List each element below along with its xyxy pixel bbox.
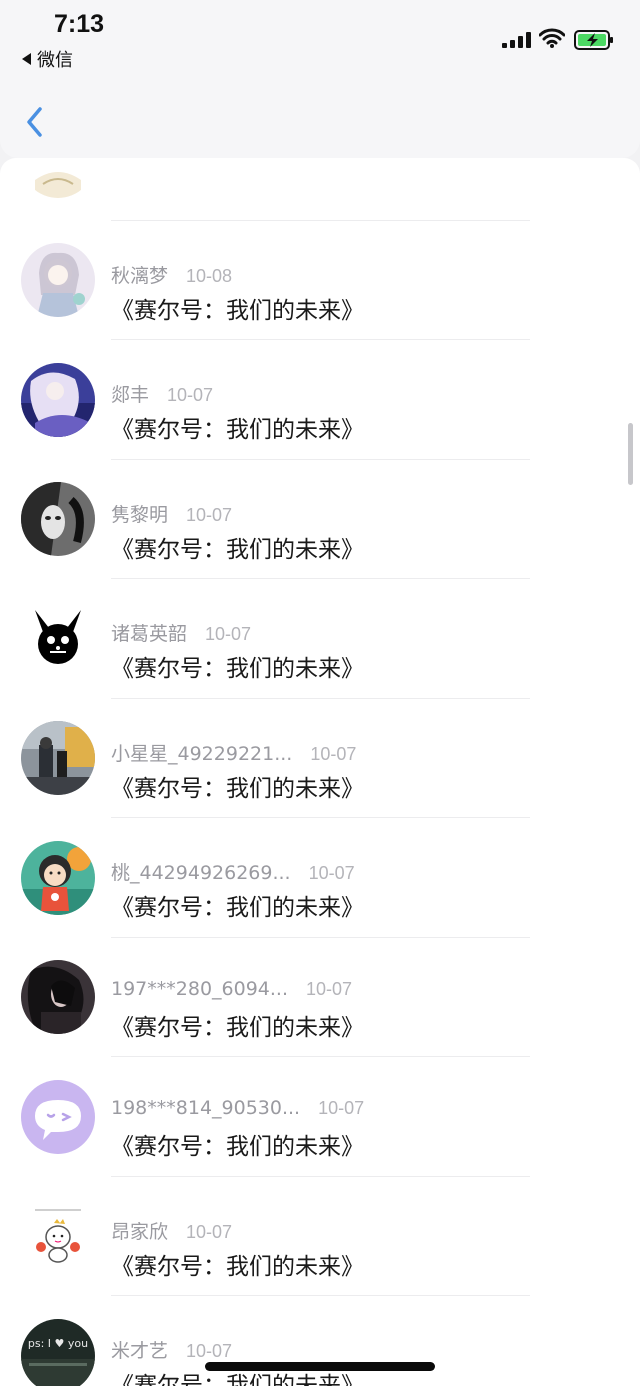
message-text: 《赛尔号：我们的未来》 [111, 895, 364, 921]
avatar [21, 721, 95, 796]
row-meta: 昂家欣 10-07 [111, 1217, 232, 1244]
user-name: 诸葛英韶 [111, 623, 188, 645]
user-name: 小星星_49229221... [111, 742, 293, 765]
post-date: 10-07 [310, 743, 357, 764]
avatar [21, 1199, 95, 1274]
user-name: 米才艺 [111, 1340, 169, 1362]
status-time: 7:13 [54, 10, 105, 38]
avatar [21, 960, 95, 1035]
avatar [21, 243, 95, 318]
user-list: 秋漓梦 10-08 《赛尔号：我们的未来》 郯丰 10-07 《赛尔号：我们的未… [0, 158, 640, 1386]
avatar [21, 840, 95, 915]
back-triangle-icon [22, 53, 31, 65]
row-meta: 198***814_90530... 10-07 [111, 1097, 364, 1119]
message-text: 《赛尔号：我们的未来》 [111, 656, 364, 682]
back-app-label: 微信 [37, 50, 73, 71]
user-name: 隽黎明 [111, 503, 169, 526]
user-name: 197***280_6094... [111, 977, 289, 1000]
list-item[interactable] [0, 158, 640, 221]
post-date: 10-07 [308, 863, 355, 883]
row-meta: 秋漓梦 10-08 [111, 261, 232, 288]
post-date: 10-07 [186, 1341, 233, 1361]
avatar: ps: I ♥ you [21, 1318, 95, 1386]
post-date: 10-07 [186, 504, 233, 525]
message-text: 《赛尔号：我们的未来》 [111, 297, 364, 324]
post-date: 10-07 [205, 624, 252, 644]
wifi-icon [539, 28, 565, 48]
message-text: 《赛尔号：我们的未来》 [111, 775, 364, 802]
user-list-scroll[interactable]: 秋漓梦 10-08 《赛尔号：我们的未来》 郯丰 10-07 《赛尔号：我们的未… [0, 158, 640, 1386]
post-date: 10-07 [167, 385, 214, 405]
avatar [21, 158, 95, 198]
scrollbar[interactable] [628, 423, 633, 485]
list-item[interactable]: 小星星_49229221... 10-07 《赛尔号：我们的未来》 [0, 699, 640, 818]
row-meta: 桃_44294926269... 10-07 [111, 858, 355, 885]
list-item[interactable]: 197***280_6094... 10-07 《赛尔号：我们的未来》 [0, 938, 640, 1057]
avatar [21, 362, 95, 437]
list-item[interactable]: 隽黎明 10-07 《赛尔号：我们的未来》 [0, 460, 640, 579]
user-name: 198***814_90530... [111, 1097, 301, 1119]
message-text: 《赛尔号：我们的未来》 [111, 1014, 364, 1041]
message-text: 《赛尔号：我们的未来》 [111, 1253, 364, 1280]
list-item[interactable]: 198***814_90530... 10-07 《赛尔号：我们的未来》 [0, 1057, 640, 1177]
post-date: 10-07 [306, 978, 353, 999]
battery-charging-icon [574, 30, 613, 50]
message-text: 《赛尔号：我们的未来》 [111, 536, 364, 563]
post-date: 10-08 [186, 265, 233, 286]
user-name: 桃_44294926269... [111, 862, 291, 884]
list-item[interactable]: 昂家欣 10-07 《赛尔号：我们的未来》 [0, 1177, 640, 1296]
nav-bar [0, 80, 640, 158]
message-text: 《赛尔号：我们的未来》 [111, 1134, 364, 1160]
avatar-text: ps: I ♥ you [28, 1337, 88, 1350]
avatar [21, 601, 95, 676]
home-indicator[interactable] [205, 1362, 435, 1371]
user-name: 郯丰 [111, 384, 150, 406]
row-meta: 197***280_6094... 10-07 [111, 978, 352, 1000]
row-meta: 隽黎明 10-07 [111, 500, 232, 527]
back-chevron-icon[interactable] [20, 102, 54, 142]
user-name: 秋漓梦 [111, 264, 169, 287]
status-bar: 7:13 微信 [0, 0, 640, 80]
post-date: 10-07 [186, 1221, 233, 1242]
list-item[interactable]: 桃_44294926269... 10-07 《赛尔号：我们的未来》 [0, 818, 640, 938]
list-item[interactable]: 秋漓梦 10-08 《赛尔号：我们的未来》 [0, 221, 640, 340]
row-meta: 米才艺 10-07 [111, 1336, 232, 1363]
cellular-signal-icon [502, 32, 531, 48]
user-name: 昂家欣 [111, 1220, 169, 1243]
row-meta: 诸葛英韶 10-07 [111, 619, 251, 646]
avatar [21, 1079, 95, 1154]
row-meta: 小星星_49229221... 10-07 [111, 739, 356, 766]
avatar [21, 482, 95, 557]
back-to-app-button[interactable]: 微信 [22, 46, 73, 72]
post-date: 10-07 [318, 1098, 365, 1118]
list-item[interactable]: 郯丰 10-07 《赛尔号：我们的未来》 [0, 340, 640, 460]
list-item[interactable]: ps: I ♥ you 米才艺 10-07 《赛尔号：我们的未来》 [0, 1296, 640, 1386]
row-meta: 郯丰 10-07 [111, 380, 213, 407]
message-text: 《赛尔号：我们的未来》 [111, 417, 364, 443]
list-item[interactable]: 诸葛英韶 10-07 《赛尔号：我们的未来》 [0, 579, 640, 699]
